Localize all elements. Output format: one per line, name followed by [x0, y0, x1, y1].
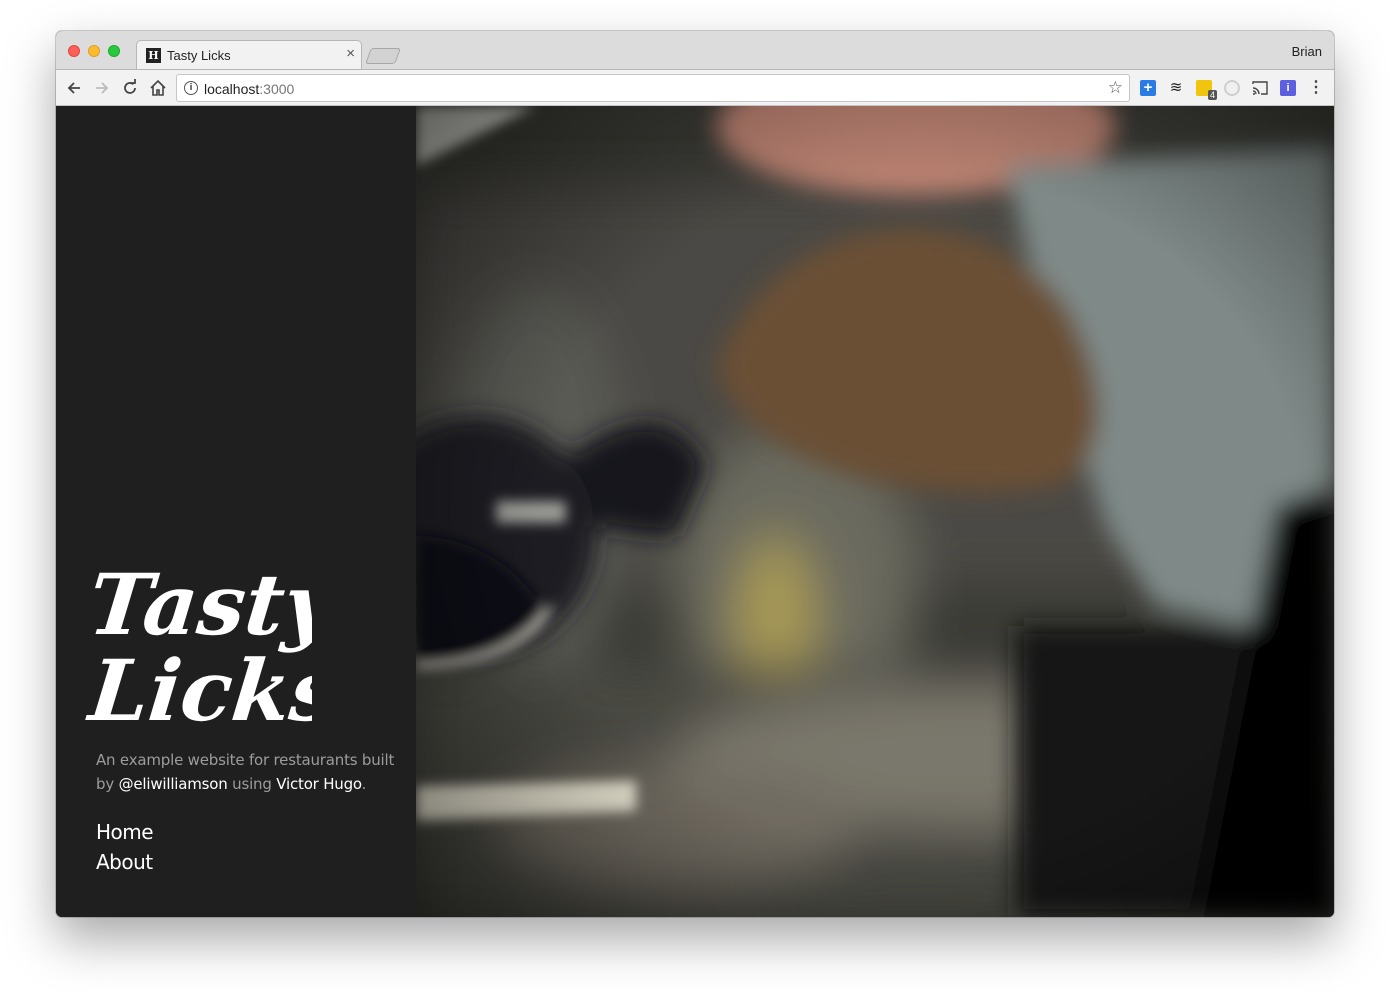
close-window-button[interactable] [68, 45, 80, 57]
forward-icon[interactable] [92, 78, 112, 98]
hero-image [416, 106, 1334, 917]
logo-line-2: Licks [83, 641, 312, 735]
extension-notes-icon[interactable]: 4 [1196, 80, 1217, 100]
tab-strip: H Tasty Licks × Brian [56, 31, 1334, 69]
author-link[interactable]: @eliwilliamson [119, 775, 228, 793]
tagline-suffix: . [361, 775, 367, 793]
web-page: Tasty Licks An example website for resta… [56, 106, 1334, 917]
new-tab-button[interactable] [365, 48, 401, 64]
extension-badge: 4 [1207, 90, 1217, 100]
sidebar: Tasty Licks An example website for resta… [56, 106, 416, 917]
extension-layers-icon[interactable]: ≋ [1168, 80, 1184, 96]
profile-button[interactable]: Brian [1292, 44, 1322, 59]
favicon-icon: H [146, 48, 161, 63]
url-port: :3000 [259, 81, 295, 97]
hero-video [416, 106, 1334, 917]
tab-tasty-licks[interactable]: H Tasty Licks × [136, 40, 362, 69]
star-icon[interactable]: ☆ [1108, 78, 1123, 98]
url-host: localhost [204, 81, 260, 97]
theme-link[interactable]: Victor Hugo [276, 775, 362, 793]
extension-plus-icon[interactable]: + [1140, 80, 1156, 96]
tab-title: Tasty Licks [167, 48, 231, 63]
close-tab-icon[interactable]: × [346, 46, 355, 62]
nav-about[interactable]: About [96, 847, 153, 877]
logo-line-1: Tasty [84, 560, 312, 654]
browser-window: H Tasty Licks × Brian i localhost:3000 ☆… [56, 31, 1334, 917]
site-logo[interactable]: Tasty Licks [82, 560, 312, 735]
minimize-window-button[interactable] [88, 45, 100, 57]
cast-icon[interactable] [1252, 80, 1268, 96]
home-icon[interactable] [148, 78, 168, 98]
reload-icon[interactable] [120, 78, 140, 98]
browser-toolbar: i localhost:3000 ☆ + ≋ 4 i ⋮ [56, 69, 1334, 106]
back-icon[interactable] [64, 78, 84, 98]
tagline-middle: using [232, 775, 272, 793]
extension-circle-icon[interactable] [1224, 80, 1240, 96]
url-text: localhost:3000 [204, 81, 294, 97]
main-nav: Home About [96, 817, 154, 877]
zoom-window-button[interactable] [108, 45, 120, 57]
extension-i-icon[interactable]: i [1280, 80, 1296, 96]
info-icon[interactable]: i [184, 81, 198, 95]
site-tagline: An example website for restaurants built… [96, 748, 396, 796]
nav-home[interactable]: Home [96, 817, 154, 847]
address-bar[interactable]: i localhost:3000 ☆ [176, 74, 1130, 102]
menu-icon[interactable]: ⋮ [1308, 80, 1324, 96]
